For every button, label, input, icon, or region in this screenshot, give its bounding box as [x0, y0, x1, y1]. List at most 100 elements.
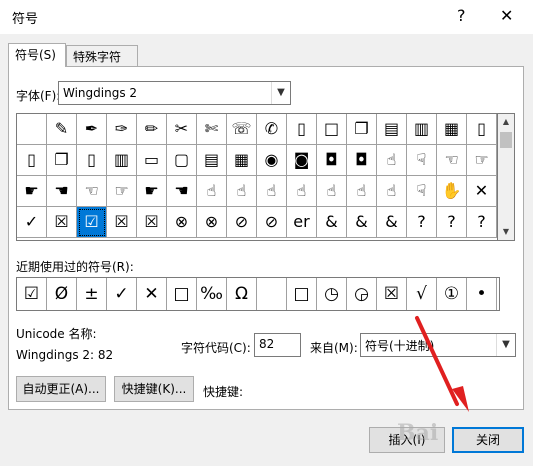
symbol-cell[interactable]: ✆	[257, 114, 287, 145]
recent-symbol-cell[interactable]	[257, 278, 287, 310]
symbol-grid[interactable]: ✎ ✒ ✑ ✏ ✂ ✄ ☏ ✆ ▯ □ ❐ ▤ ▥ ▦ ▯ ▯ ❐ ▯ ▥ ▭ ▢ ▤ ▦ ◉ ◙ ◘ ◘ ☝ ☟ ☜ ☞ ☛ ☚ ☜ ☞ ☛ ☚ ☝ ☝ ☝…	[16, 113, 498, 241]
symbol-cell[interactable]: ☛	[137, 176, 167, 207]
symbol-cell[interactable]: ◙	[287, 145, 317, 176]
recent-symbol-cell[interactable]: ✓	[107, 278, 137, 310]
symbol-cell[interactable]: ⊘	[257, 207, 287, 238]
symbol-cell[interactable]: ✄	[197, 114, 227, 145]
symbol-cell[interactable]: ▯	[17, 145, 47, 176]
symbol-cell[interactable]: ☝	[287, 176, 317, 207]
symbol-cell[interactable]: ☒	[137, 207, 167, 238]
recent-symbol-cell[interactable]: Ø	[47, 278, 77, 310]
symbol-cell[interactable]: ☚	[47, 176, 77, 207]
baidu-watermark: Bai	[397, 420, 439, 446]
symbol-cell[interactable]: ✕	[467, 176, 497, 207]
recent-symbol-cell[interactable]: ☒	[377, 278, 407, 310]
shortcut-key-button[interactable]: 快捷键(K)...	[114, 376, 194, 402]
recent-symbol-cell[interactable]: ‰	[197, 278, 227, 310]
symbol-cell[interactable]: ⊗	[167, 207, 197, 238]
symbol-cell[interactable]: ☛	[17, 176, 47, 207]
symbol-cell[interactable]: ▥	[107, 145, 137, 176]
help-button[interactable]: ?	[457, 6, 466, 26]
tab-special-characters[interactable]: 特殊字符(P)	[66, 45, 138, 86]
symbol-cell[interactable]: ◘	[347, 145, 377, 176]
symbol-cell[interactable]: ⊘	[227, 207, 257, 238]
scroll-up-icon[interactable]: ▲	[498, 114, 514, 130]
symbol-cell[interactable]: ☞	[467, 145, 497, 176]
symbol-cell[interactable]: ☝	[257, 176, 287, 207]
recent-symbol-cell[interactable]: Ω	[227, 278, 257, 310]
symbol-cell[interactable]: ▭	[137, 145, 167, 176]
symbol-cell[interactable]: ▥	[407, 114, 437, 145]
symbol-cell[interactable]: ◉	[257, 145, 287, 176]
symbol-cell[interactable]: ☑	[77, 207, 107, 238]
symbol-cell[interactable]: ◘	[317, 145, 347, 176]
symbol-cell[interactable]: ?	[467, 207, 497, 238]
symbol-cell[interactable]: ☒	[47, 207, 77, 238]
symbol-cell[interactable]: ☏	[227, 114, 257, 145]
symbol-cell[interactable]: ☝	[197, 176, 227, 207]
recent-symbol-cell[interactable]: •	[467, 278, 497, 310]
symbol-cell[interactable]: ☒	[107, 207, 137, 238]
symbol-cell[interactable]: &	[347, 207, 377, 238]
symbol-cell[interactable]	[17, 114, 47, 145]
symbol-cell[interactable]: ▯	[287, 114, 317, 145]
recent-symbol-cell[interactable]: ±	[77, 278, 107, 310]
chevron-down-icon[interactable]: ▼	[496, 334, 515, 356]
symbol-cell[interactable]: ▦	[437, 114, 467, 145]
recent-symbol-cell[interactable]: ①	[437, 278, 467, 310]
symbol-cell[interactable]: ✎	[47, 114, 77, 145]
symbol-cell[interactable]: ?	[407, 207, 437, 238]
symbol-cell[interactable]: er	[287, 207, 317, 238]
symbol-cell[interactable]: ☝	[227, 176, 257, 207]
autocorrect-button[interactable]: 自动更正(A)...	[16, 376, 106, 402]
symbol-cell[interactable]: ☝	[347, 176, 377, 207]
symbol-cell[interactable]: ✒	[77, 114, 107, 145]
symbol-grid-scrollbar[interactable]: ▲ ▼	[498, 113, 515, 241]
recent-symbol-cell[interactable]: ✕	[137, 278, 167, 310]
char-code-input[interactable]: 82	[254, 333, 301, 357]
close-window-button[interactable]: ✕	[500, 6, 513, 26]
recent-symbol-cell[interactable]: □	[287, 278, 317, 310]
recent-symbol-cell[interactable]: ◷	[317, 278, 347, 310]
symbol-cell[interactable]: ▢	[167, 145, 197, 176]
shortcut-label: 快捷键:	[203, 385, 244, 399]
scroll-down-icon[interactable]: ▼	[498, 224, 514, 240]
symbol-cell[interactable]: ✓	[17, 207, 47, 238]
symbol-cell[interactable]: ▤	[197, 145, 227, 176]
symbol-cell[interactable]: ☚	[167, 176, 197, 207]
symbol-cell[interactable]: ☜	[437, 145, 467, 176]
symbol-cell[interactable]: □	[317, 114, 347, 145]
symbol-cell[interactable]: ☝	[317, 176, 347, 207]
close-button[interactable]: 关闭	[452, 427, 524, 453]
scrollbar-thumb[interactable]	[500, 132, 512, 148]
symbol-cell[interactable]: ⊗	[197, 207, 227, 238]
chevron-down-icon[interactable]: ▼	[271, 82, 290, 104]
symbol-cell[interactable]: ✏	[137, 114, 167, 145]
recent-symbol-cell[interactable]: ☑	[17, 278, 47, 310]
symbol-cell[interactable]: &	[377, 207, 407, 238]
tab-symbols[interactable]: 符号(S)	[8, 43, 66, 67]
font-select[interactable]: Wingdings 2 ▼	[58, 81, 291, 105]
symbol-cell[interactable]: ☜	[77, 176, 107, 207]
symbol-cell[interactable]: &	[317, 207, 347, 238]
symbol-cell[interactable]: ?	[437, 207, 467, 238]
symbol-cell[interactable]: ❐	[347, 114, 377, 145]
symbol-cell[interactable]: ☟	[407, 176, 437, 207]
symbol-cell[interactable]: ✑	[107, 114, 137, 145]
symbol-cell[interactable]: ▯	[467, 114, 497, 145]
recent-symbol-cell[interactable]: √	[407, 278, 437, 310]
symbol-cell[interactable]: ☟	[407, 145, 437, 176]
symbol-cell[interactable]: ☝	[377, 176, 407, 207]
symbol-cell[interactable]: ▯	[77, 145, 107, 176]
symbol-cell[interactable]: ☝	[377, 145, 407, 176]
recent-symbol-cell[interactable]: □	[167, 278, 197, 310]
recent-symbol-cell[interactable]: ◶	[347, 278, 377, 310]
symbol-cell[interactable]: ☞	[107, 176, 137, 207]
symbol-cell[interactable]: ❐	[47, 145, 77, 176]
symbol-cell[interactable]: ▦	[227, 145, 257, 176]
symbol-cell[interactable]: ✋	[437, 176, 467, 207]
recent-symbols-grid[interactable]: ☑ Ø ± ✓ ✕ □ ‰ Ω □ ◷ ◶ ☒ √ ① •	[16, 277, 500, 311]
from-select[interactable]: 符号(十进制) ▼	[360, 333, 516, 357]
symbol-cell[interactable]: ✂	[167, 114, 197, 145]
symbol-cell[interactable]: ▤	[377, 114, 407, 145]
